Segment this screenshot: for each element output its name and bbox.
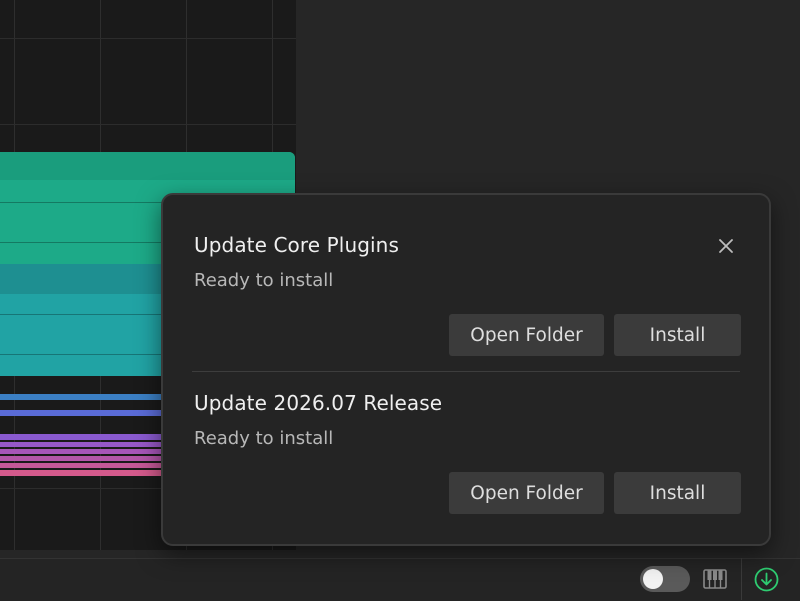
grid-line [0,38,296,39]
status-bar-separator [741,558,742,600]
install-button[interactable]: Install [614,314,741,356]
clip-header [0,152,295,180]
grid-line [0,124,296,125]
update-notifications-popup: Update Core Plugins Ready to install Ope… [161,193,771,546]
piano-icon[interactable] [703,569,727,589]
toggle-switch[interactable] [640,566,690,592]
open-folder-button[interactable]: Open Folder [449,472,604,514]
install-button[interactable]: Install [614,472,741,514]
notification-title: Update 2026.07 Release [194,391,443,415]
notification-status: Ready to install [194,270,334,291]
toggle-knob [643,569,663,589]
notification-status: Ready to install [194,428,334,449]
download-icon[interactable] [754,567,779,592]
open-folder-button[interactable]: Open Folder [449,314,604,356]
close-icon[interactable] [717,237,735,255]
notification-title: Update Core Plugins [194,233,399,257]
notification-divider [192,371,740,372]
